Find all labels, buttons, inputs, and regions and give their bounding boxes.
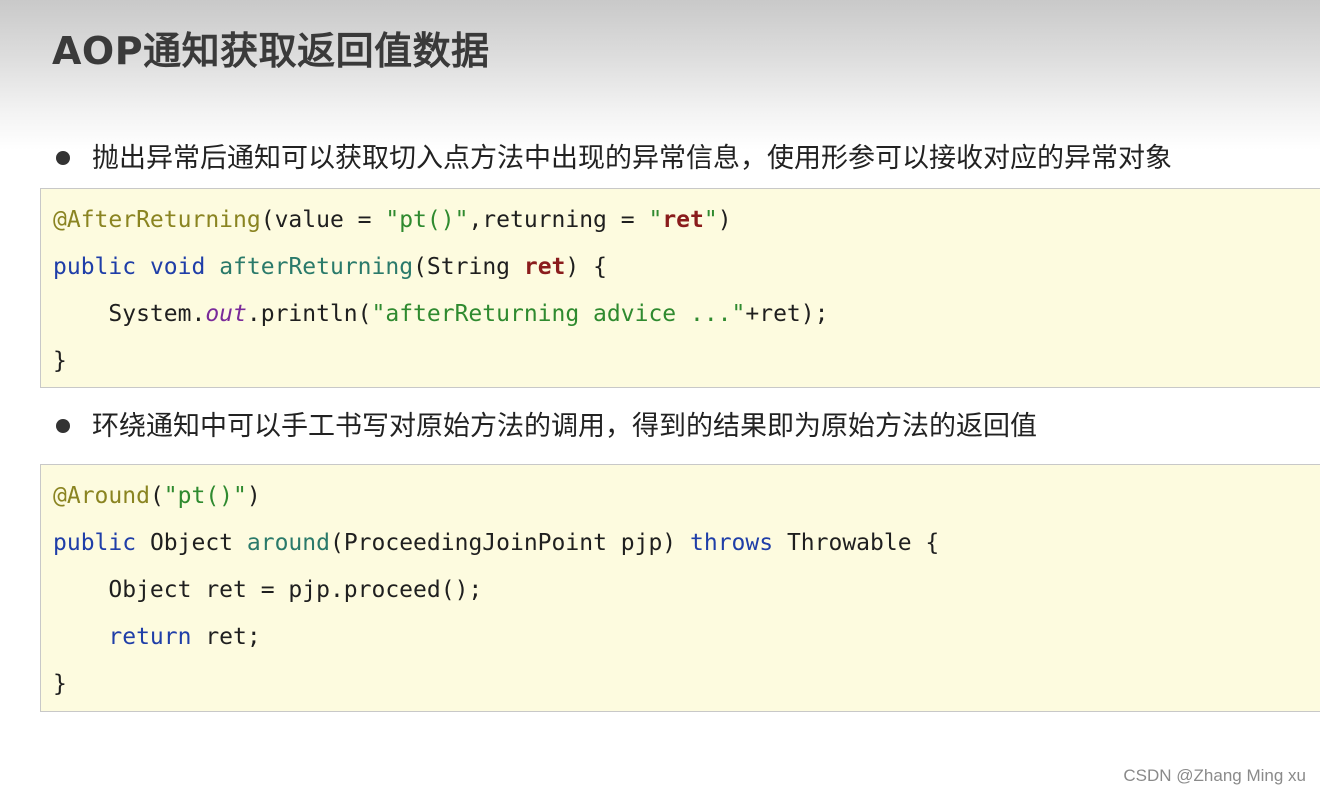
keyword-token: throws	[690, 530, 774, 556]
code-line: }	[53, 346, 67, 376]
code-line: public void afterReturning(String ret) {	[53, 252, 607, 282]
method-name-token: afterReturning	[219, 254, 414, 280]
code-token: (	[149, 483, 164, 509]
keyword-token: public	[53, 530, 137, 556]
code-token: }	[53, 348, 67, 374]
string-token: "pt()"	[163, 483, 247, 509]
code-token: ret;	[191, 624, 261, 650]
code-token: )	[717, 207, 732, 233]
method-name-token: around	[246, 530, 330, 556]
annotation-token: @AfterReturning	[53, 207, 261, 233]
code-token: Throwable {	[773, 530, 940, 556]
code-token: Object	[136, 530, 247, 556]
code-line: @Around("pt()")	[53, 481, 261, 511]
code-line: return ret;	[53, 622, 261, 652]
string-token: "	[648, 207, 663, 233]
keyword-token: return	[108, 624, 192, 650]
code-token: }	[53, 671, 67, 697]
code-block-after-returning: @AfterReturning(value = "pt()",returning…	[40, 188, 1320, 388]
slide-title: AOP通知获取返回值数据	[52, 29, 490, 73]
variable-token: ret	[523, 254, 566, 280]
bullet-dot-icon	[56, 150, 70, 165]
annotation-token: @Around	[53, 483, 150, 509]
code-token: (String	[413, 254, 524, 280]
string-token: "afterReturning advice ..."	[371, 301, 746, 327]
code-token: (value =	[260, 207, 386, 233]
code-token: Object ret = pjp.proceed();	[53, 577, 483, 603]
watermark: CSDN @Zhang Ming xu	[1123, 766, 1306, 785]
code-token: System.	[53, 301, 206, 327]
field-token: out	[205, 301, 247, 327]
bullet-dot-icon	[56, 418, 70, 433]
code-token: )	[246, 483, 261, 509]
code-block-around: @Around("pt()") public Object around(Pro…	[40, 464, 1320, 712]
code-token: (ProceedingJoinPoint pjp)	[329, 530, 690, 556]
code-line: @AfterReturning(value = "pt()",returning…	[53, 205, 732, 235]
code-line: Object ret = pjp.proceed();	[53, 575, 482, 605]
code-line: public Object around(ProceedingJoinPoint…	[53, 528, 939, 558]
bullet-item-1: 抛出异常后通知可以获取切入点方法中出现的异常信息，使用形参可以接收对应的异常对象	[56, 136, 1172, 175]
code-token: .println(	[246, 301, 372, 327]
code-line: }	[53, 669, 67, 699]
bullet-item-2: 环绕通知中可以手工书写对原始方法的调用，得到的结果即为原始方法的返回值	[56, 404, 1037, 443]
bullet-text-1: 抛出异常后通知可以获取切入点方法中出现的异常信息，使用形参可以接收对应的异常对象	[92, 143, 1172, 174]
keyword-token: public	[53, 254, 137, 280]
bullet-text-2: 环绕通知中可以手工书写对原始方法的调用，得到的结果即为原始方法的返回值	[92, 411, 1037, 442]
variable-token: ret	[662, 207, 704, 233]
code-line: System.out.println("afterReturning advic…	[53, 299, 828, 329]
code-token: +ret);	[745, 301, 829, 327]
keyword-token: void	[149, 254, 206, 280]
string-token: "	[703, 207, 718, 233]
code-token: ) {	[565, 254, 607, 280]
code-token: ,returning =	[468, 207, 649, 233]
string-token: "pt()"	[385, 207, 469, 233]
